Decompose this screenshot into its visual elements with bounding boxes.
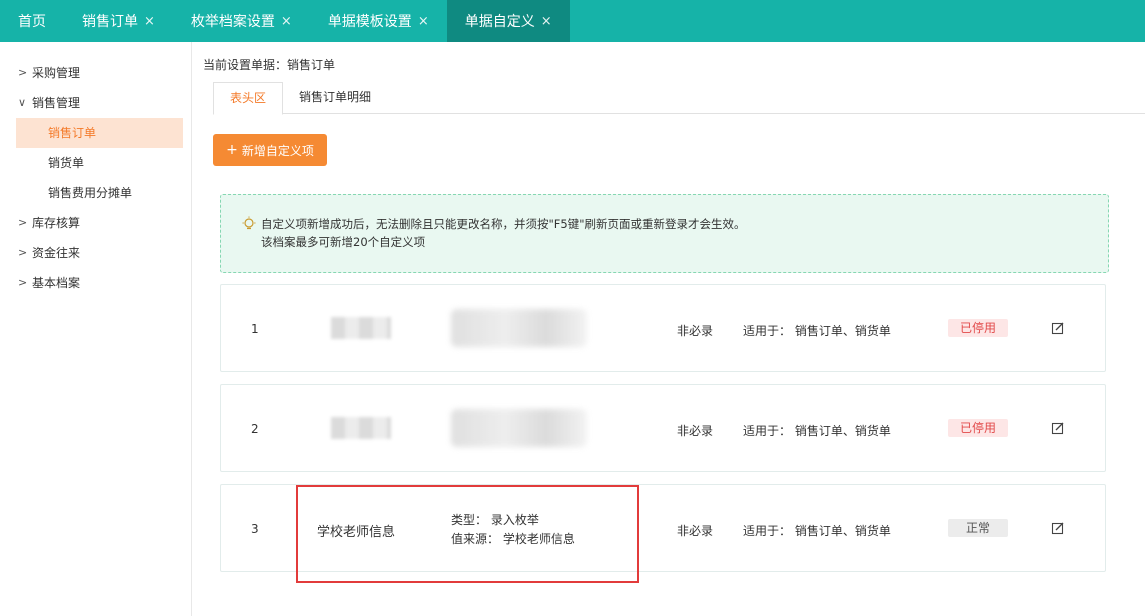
tab-document-custom[interactable]: 单据自定义 ×: [446, 0, 570, 42]
item-description: 类型： 录入枚举 值来源： 学校老师信息: [451, 511, 575, 549]
tab-label: 销售订单: [82, 14, 138, 30]
required-label: 非必录: [677, 524, 714, 538]
applies-to: 适用于： 销售订单、销货单: [743, 324, 891, 338]
add-custom-item-button[interactable]: + 新增自定义项: [213, 134, 327, 166]
sidebar-item-label: 库存核算: [32, 216, 81, 230]
required-label: 非必录: [677, 424, 714, 438]
edit-icon[interactable]: [1051, 321, 1065, 335]
sidebar-item-purchase[interactable]: > 采购管理: [0, 58, 191, 88]
sidebar-item-label: 基本档案: [32, 276, 81, 290]
tab-sales-order[interactable]: 销售订单 ×: [64, 0, 173, 42]
sidebar-item-label: 销售管理: [32, 96, 81, 110]
row-index: 1: [251, 322, 259, 336]
tab-template-settings[interactable]: 单据模板设置 ×: [310, 0, 447, 42]
status-badge: 已停用: [948, 319, 1008, 337]
item-name: 学校老师信息: [317, 525, 396, 540]
top-tab-bar: 首页 销售订单 × 枚举档案设置 × 单据模板设置 × 单据自定义 ×: [0, 0, 1145, 42]
sidebar-subitem-sales-order[interactable]: 销售订单: [16, 118, 183, 148]
edit-icon[interactable]: [1051, 521, 1065, 535]
applies-to: 适用于： 销售订单、销货单: [743, 524, 891, 538]
sidebar-subitem-sales-expense[interactable]: 销售费用分摊单: [0, 178, 191, 208]
status-badge: 已停用: [948, 419, 1008, 437]
chevron-right-icon: >: [18, 276, 28, 289]
tip-line: 自定义项新增成功后，无法删除且只能更改名称，并须按"F5键"刷新页面或重新登录才…: [261, 217, 746, 231]
tip-line: 该档案最多可新增20个自定义项: [261, 235, 426, 249]
redacted-name: [331, 317, 391, 339]
chevron-down-icon: ∨: [18, 96, 27, 109]
tab-label: 枚举档案设置: [190, 14, 275, 30]
tab-label: 单据模板设置: [327, 14, 412, 30]
sidebar-item-funds[interactable]: > 资金往来: [0, 238, 191, 268]
close-icon[interactable]: ×: [281, 14, 292, 29]
status-badge: 正常: [948, 519, 1008, 537]
tab-label: 首页: [18, 14, 46, 30]
bulb-icon: [242, 216, 256, 230]
row-index: 2: [251, 422, 259, 436]
tab-label: 单据自定义: [464, 14, 535, 30]
sidebar-subitem-delivery[interactable]: 销货单: [0, 148, 191, 178]
breadcrumb: 当前设置单据：销售订单: [203, 58, 336, 72]
item-source: 值来源： 学校老师信息: [451, 532, 575, 546]
tab-enum-archive-settings[interactable]: 枚举档案设置 ×: [173, 0, 310, 42]
required-label: 非必录: [677, 324, 714, 338]
info-tip: 自定义项新增成功后，无法删除且只能更改名称，并须按"F5键"刷新页面或重新登录才…: [220, 194, 1109, 273]
custom-item-row: 1 非必录 适用于： 销售订单、销货单 已停用: [220, 284, 1106, 372]
redacted-name: [331, 417, 391, 439]
chevron-right-icon: >: [18, 216, 28, 229]
applies-to: 适用于： 销售订单、销货单: [743, 424, 891, 438]
sidebar-item-label: 资金往来: [32, 246, 81, 260]
sidebar-item-sales[interactable]: ∨ 销售管理: [0, 88, 191, 118]
close-icon[interactable]: ×: [144, 14, 155, 29]
chevron-right-icon: >: [18, 246, 28, 259]
tab-home[interactable]: 首页: [0, 0, 64, 42]
subtab-header-area[interactable]: 表头区: [213, 82, 284, 115]
sidebar-item-basic-archive[interactable]: > 基本档案: [0, 268, 191, 298]
button-label: 新增自定义项: [241, 143, 314, 158]
sidebar-item-label: 采购管理: [32, 66, 81, 80]
redacted-description: [451, 409, 587, 447]
custom-item-row: 3 学校老师信息 类型： 录入枚举 值来源： 学校老师信息 非必录 适用于： 销…: [220, 484, 1106, 572]
sidebar-item-inventory[interactable]: > 库存核算: [0, 208, 191, 238]
custom-item-row: 2 非必录 适用于： 销售订单、销货单 已停用: [220, 384, 1106, 472]
edit-icon[interactable]: [1051, 421, 1065, 435]
redacted-description: [451, 309, 587, 347]
subtab-bar: 表头区 销售订单明细: [213, 82, 1145, 115]
row-index: 3: [251, 522, 259, 536]
close-icon[interactable]: ×: [418, 14, 429, 29]
subtab-order-detail[interactable]: 销售订单明细: [283, 82, 387, 114]
close-icon[interactable]: ×: [541, 14, 552, 29]
item-type: 类型： 录入枚举: [451, 513, 539, 527]
main-content: 当前设置单据：销售订单 表头区 销售订单明细 + 新增自定义项 自定义项新增成功后…: [193, 42, 1145, 616]
plus-icon: +: [226, 142, 238, 158]
sidebar: > 采购管理 ∨ 销售管理 销售订单 销货单 销售费用分摊单 > 库存核算 > 资金往来…: [0, 42, 192, 616]
chevron-right-icon: >: [18, 66, 28, 79]
